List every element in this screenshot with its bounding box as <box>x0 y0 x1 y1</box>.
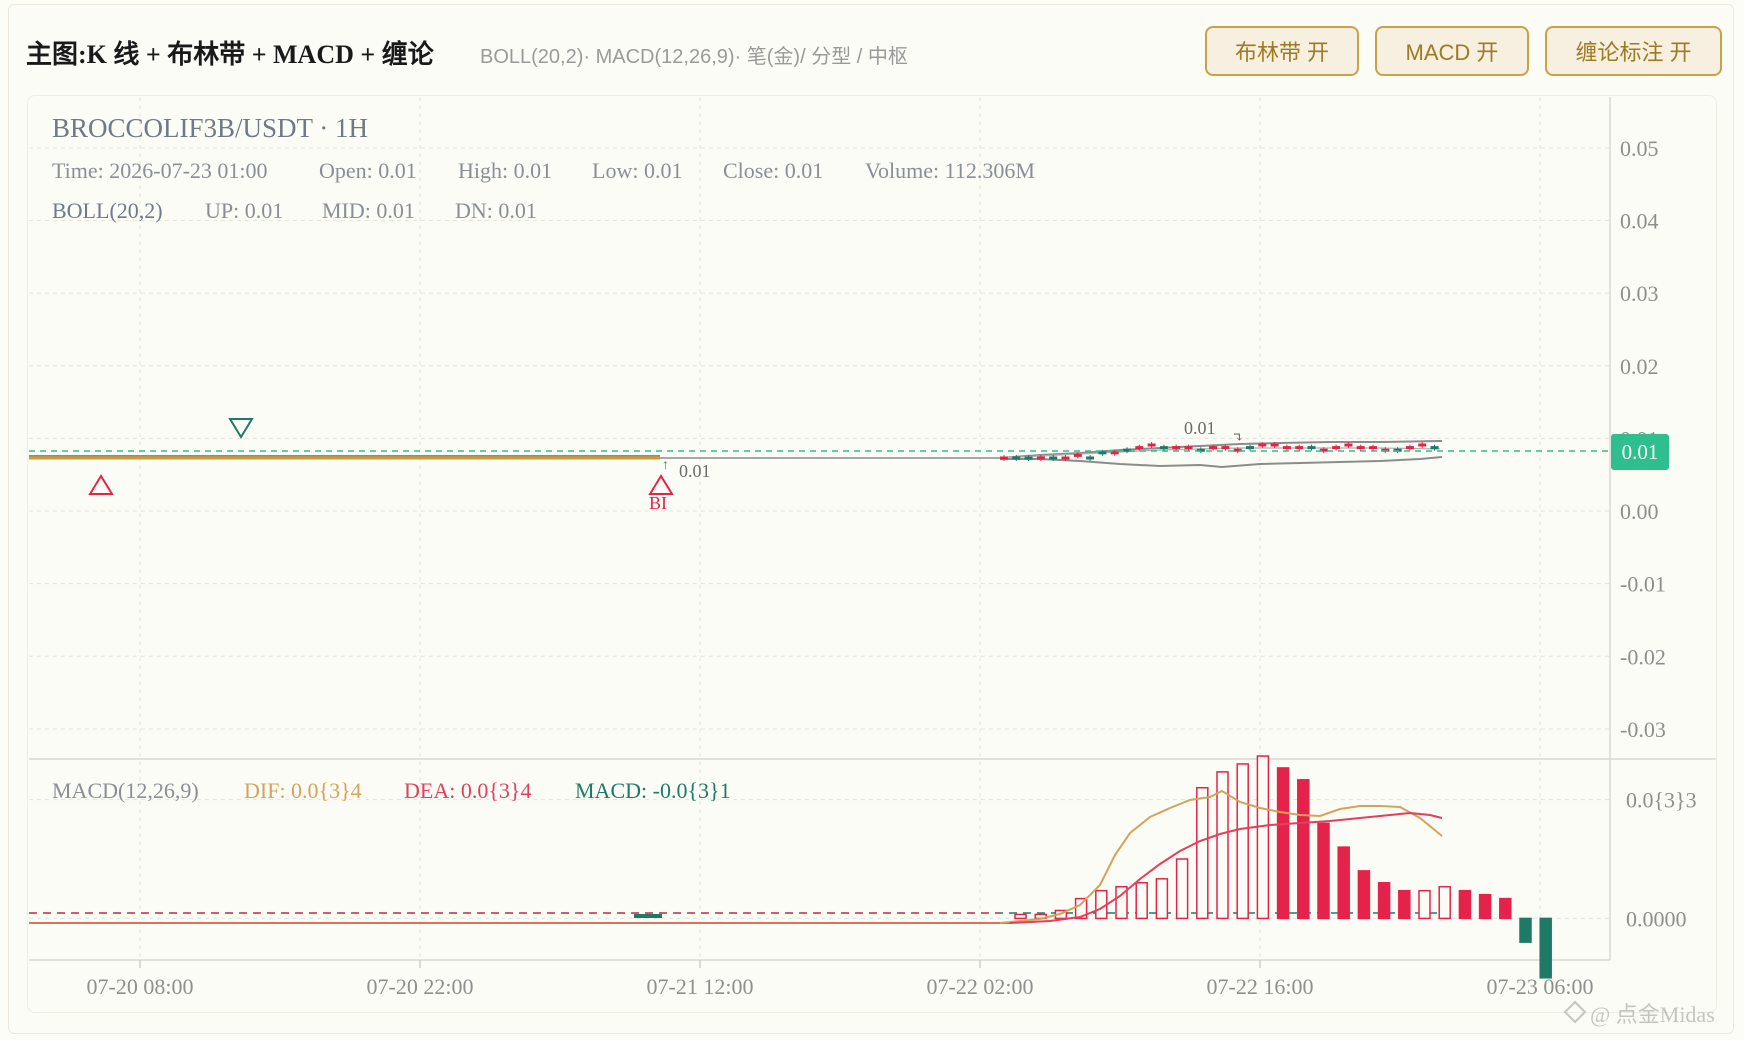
candle-body <box>1405 446 1414 450</box>
low-readout: Low: 0.01 <box>592 158 682 183</box>
candle-body <box>1258 443 1267 447</box>
macd-label: MACD(12,26,9) <box>52 778 199 803</box>
time-tick-label: 07-22 16:00 <box>1207 974 1314 999</box>
candle-body <box>1270 443 1279 447</box>
candle-body <box>1356 446 1365 450</box>
time-tick-label: 07-21 12:00 <box>647 974 754 999</box>
dea-readout: DEA: 0.0{3}4 <box>404 778 531 803</box>
macd-histogram-bar <box>1135 882 1148 920</box>
candle-body <box>1049 456 1058 460</box>
watermark-logo-icon <box>1563 1000 1587 1024</box>
macd-histogram-bar <box>1014 913 1027 920</box>
candle-body <box>1295 446 1304 450</box>
boll-up-readout: UP: 0.01 <box>205 198 283 223</box>
candle-body <box>1184 446 1193 450</box>
macd-histogram-bar <box>1297 779 1310 920</box>
macd-histogram-bar <box>1539 917 1552 979</box>
macd-histogram-bar <box>1357 870 1371 920</box>
candle-body <box>1036 456 1045 460</box>
macd-readout: MACD: -0.0{3}1 <box>575 778 731 803</box>
macd-histogram-bar <box>1418 889 1431 920</box>
candle-body <box>1344 443 1353 447</box>
symbol-label: BROCCOLIF3B/USDT · 1H <box>52 113 368 143</box>
low-value-label: 0.01 <box>679 461 711 481</box>
price-tick-label: -0.03 <box>1620 717 1666 742</box>
price-tick-label: 0.05 <box>1620 136 1659 161</box>
candle-body <box>1430 446 1439 450</box>
top-fractal-marker <box>228 418 254 439</box>
candle-body <box>1012 456 1021 460</box>
candle-body <box>1332 446 1341 450</box>
last-price-tag-label: 0.01 <box>1622 440 1659 464</box>
candle-body <box>1246 446 1254 450</box>
macd-histogram-bar <box>1519 917 1532 943</box>
price-tick-label: 0.03 <box>1620 281 1659 306</box>
macd-histogram-bar <box>1256 755 1270 920</box>
macd-histogram-bar <box>1196 786 1209 920</box>
high-arrow-icon: ↴ <box>1232 431 1244 446</box>
time-readout: Time: 2026-07-23 01:00 <box>52 158 268 183</box>
candle-body <box>1221 446 1230 450</box>
grid-lines <box>29 97 1610 960</box>
price-tick-label: -0.01 <box>1620 572 1666 597</box>
macd-histogram-bar <box>1276 767 1290 920</box>
macd-histogram <box>1014 755 1552 979</box>
macd-histogram-bar <box>1398 889 1411 920</box>
price-tick-label: 0.02 <box>1620 354 1659 379</box>
macd-histogram-bar <box>1155 878 1169 920</box>
candle-body <box>1209 446 1218 450</box>
candle-body <box>1307 446 1316 450</box>
dif-readout: DIF: 0.0{3}4 <box>244 778 362 803</box>
low-arrow-icon: ↑ <box>662 458 669 473</box>
candle-body <box>1159 446 1168 450</box>
candlestick-chart[interactable]: 0.050.040.030.020.010.00-0.01-0.02-0.03 … <box>0 0 1744 1040</box>
boll-band-upper <box>999 440 1442 459</box>
candle-body <box>1061 456 1070 460</box>
macd-histogram-bar <box>1478 893 1492 920</box>
macd-tick-label: 0.0{3}3 <box>1626 788 1697 813</box>
boll-dn-readout: DN: 0.01 <box>455 198 537 223</box>
time-axis: 07-20 08:00 07-20 22:00 07-21 12:00 07-22 0… <box>87 960 1593 999</box>
macd-histogram-bar <box>1175 858 1189 920</box>
macd-axis: 0.0{3}3 0.0000 <box>1626 788 1697 932</box>
time-tick-label: 07-20 22:00 <box>367 974 474 999</box>
close-readout: Close: 0.01 <box>723 158 823 183</box>
macd-histogram-bar <box>1337 846 1350 920</box>
candle-body <box>1073 453 1082 457</box>
macd-histogram-bar <box>1377 882 1391 920</box>
watermark-text: @ 点金Midas <box>1590 1002 1715 1027</box>
candle-body <box>1135 446 1144 450</box>
candle-body <box>1418 443 1427 447</box>
time-tick-label: 07-20 08:00 <box>87 974 194 999</box>
bottom-fractal-marker-bi <box>648 474 674 495</box>
price-tick-label: 0.04 <box>1620 208 1659 233</box>
high-readout: High: 0.01 <box>458 158 552 183</box>
macd-small-bar <box>634 914 662 918</box>
bi-label: BI <box>649 493 667 513</box>
bottom-fractal-marker <box>88 474 114 495</box>
candle-body <box>1282 446 1291 450</box>
high-value-label: 0.01 <box>1184 418 1216 438</box>
boll-label: BOLL(20,2) <box>52 198 163 223</box>
volume-readout: Volume: 112.306M <box>865 158 1035 183</box>
macd-histogram-bar <box>1438 885 1451 920</box>
open-readout: Open: 0.01 <box>319 158 417 183</box>
boll-mid-readout: MID: 0.01 <box>322 198 415 223</box>
macd-histogram-bar <box>1499 897 1512 920</box>
candle-body <box>1369 446 1377 450</box>
candle-body <box>1000 456 1008 460</box>
macd-histogram-bar <box>1236 763 1249 920</box>
time-tick-label: 07-22 02:00 <box>927 974 1034 999</box>
macd-tick-label: 0.0000 <box>1626 906 1687 931</box>
macd-histogram-bar <box>1317 822 1330 920</box>
candle-body <box>1086 456 1095 460</box>
macd-histogram-bar <box>1458 889 1472 920</box>
candle-body <box>1024 456 1033 460</box>
price-tick-label: -0.02 <box>1620 644 1666 669</box>
candle-body <box>1172 446 1181 450</box>
candle-body <box>1147 443 1156 447</box>
price-tick-label: 0.00 <box>1620 499 1659 524</box>
